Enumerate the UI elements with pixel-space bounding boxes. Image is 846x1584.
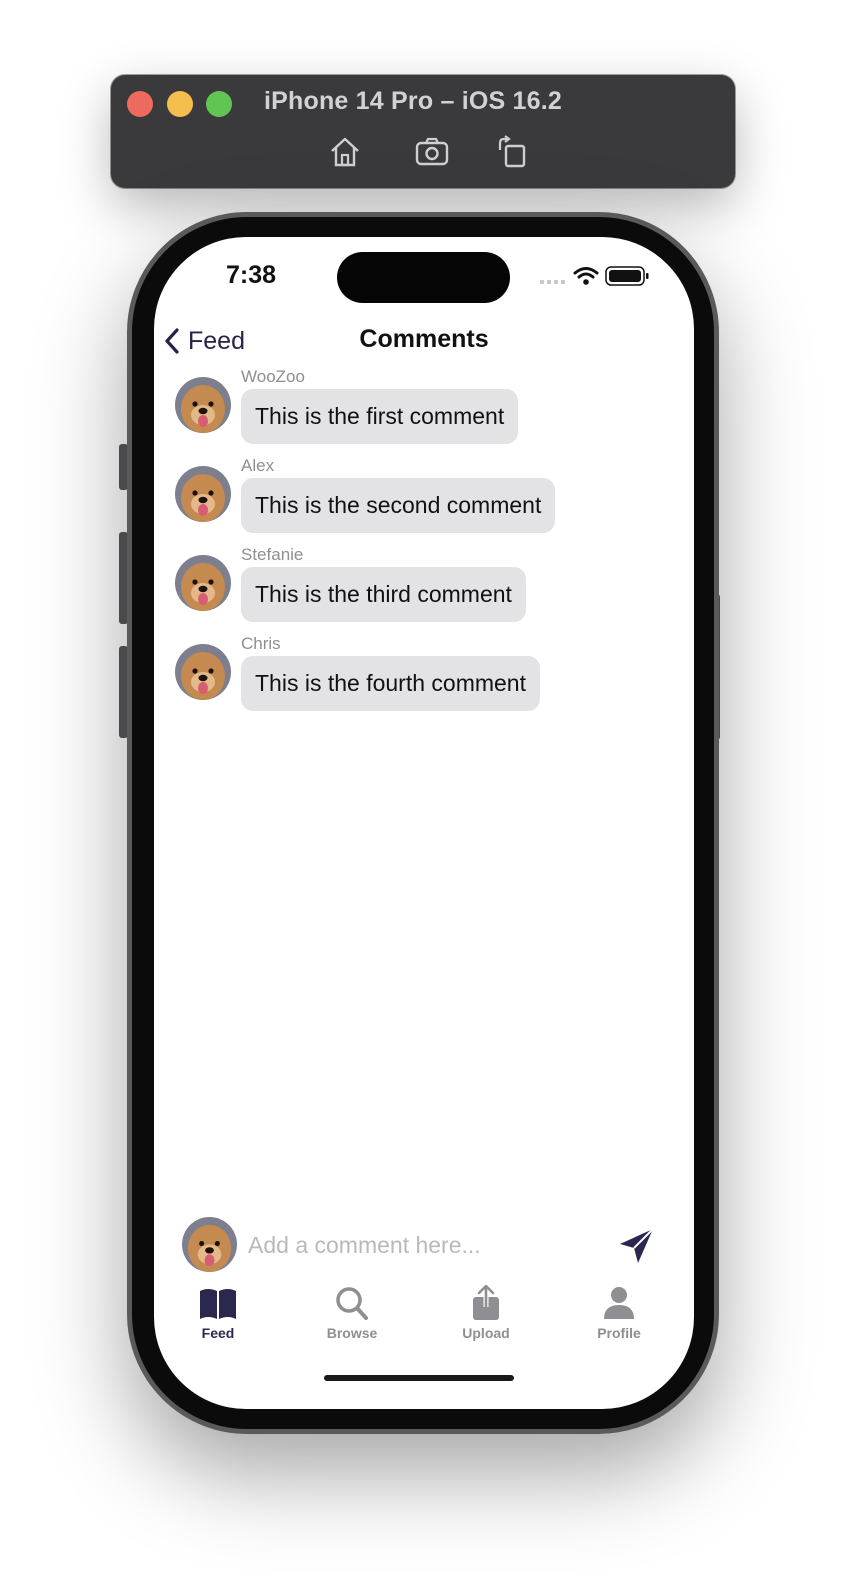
book-icon xyxy=(200,1289,236,1319)
comment-item: WooZoo This is the first comment xyxy=(175,367,655,451)
tab-label: Browse xyxy=(326,1325,378,1341)
screenshot-icon xyxy=(415,137,449,166)
search-icon xyxy=(336,1287,368,1320)
dog-avatar-icon xyxy=(182,1217,237,1272)
comment-username: Stefanie xyxy=(241,545,304,564)
rotate-icon xyxy=(498,135,526,168)
dog-avatar-icon xyxy=(175,466,231,522)
dog-avatar-icon xyxy=(175,644,231,700)
dog-avatar-icon xyxy=(175,377,231,433)
avatar[interactable] xyxy=(175,377,231,433)
battery-icon xyxy=(605,266,649,286)
wifi-icon xyxy=(573,267,599,279)
comment-bubble: This is the third comment xyxy=(241,567,526,622)
minimize-window-button[interactable] xyxy=(167,91,193,117)
send-icon xyxy=(620,1228,654,1263)
signal-icon xyxy=(540,280,565,284)
comment-input[interactable] xyxy=(246,1225,606,1265)
composer-avatar xyxy=(182,1217,237,1272)
close-window-button[interactable] xyxy=(127,91,153,117)
chevron-left-icon xyxy=(165,328,179,354)
home-indicator[interactable] xyxy=(324,1375,514,1381)
home-button[interactable] xyxy=(327,134,363,170)
simulator-title: iPhone 14 Pro – iOS 16.2 xyxy=(264,87,562,115)
tab-feed[interactable]: Feed xyxy=(173,1285,263,1349)
zoom-window-button[interactable] xyxy=(206,91,232,117)
avatar[interactable] xyxy=(175,555,231,611)
home-icon xyxy=(331,137,359,167)
rotate-button[interactable] xyxy=(494,134,530,170)
tab-label: Upload xyxy=(462,1325,510,1341)
tab-label: Feed xyxy=(201,1325,235,1341)
send-button[interactable] xyxy=(616,1225,658,1267)
tab-label: Profile xyxy=(597,1325,641,1341)
comment-bubble: This is the first comment xyxy=(241,389,519,444)
person-icon xyxy=(604,1287,634,1319)
dynamic-island xyxy=(337,252,510,303)
avatar[interactable] xyxy=(175,644,231,700)
comment-item: Chris This is the fourth comment xyxy=(175,634,655,718)
tab-upload[interactable]: Upload xyxy=(441,1285,531,1349)
status-time: 7:38 xyxy=(226,261,277,289)
dog-avatar-icon xyxy=(175,555,231,611)
comment-username: Alex xyxy=(241,456,275,475)
upload-icon xyxy=(473,1285,499,1320)
avatar[interactable] xyxy=(175,466,231,522)
comment-item: Stefanie This is the third comment xyxy=(175,545,655,629)
comment-username: WooZoo xyxy=(241,367,305,386)
comment-username: Chris xyxy=(241,634,281,653)
tab-profile[interactable]: Profile xyxy=(574,1285,664,1349)
status-icons xyxy=(540,266,649,286)
back-button-label: Feed xyxy=(188,326,245,355)
comment-bubble: This is the fourth comment xyxy=(241,656,540,711)
phone-screen: 7:38 Comments Feed WooZoo This is the fi… xyxy=(154,237,694,1409)
comment-bubble: This is the second comment xyxy=(241,478,556,533)
comment-item: Alex This is the second comment xyxy=(175,456,655,540)
back-button[interactable]: Feed xyxy=(164,321,245,361)
screenshot-button[interactable] xyxy=(414,134,450,170)
tab-browse[interactable]: Browse xyxy=(307,1285,397,1349)
